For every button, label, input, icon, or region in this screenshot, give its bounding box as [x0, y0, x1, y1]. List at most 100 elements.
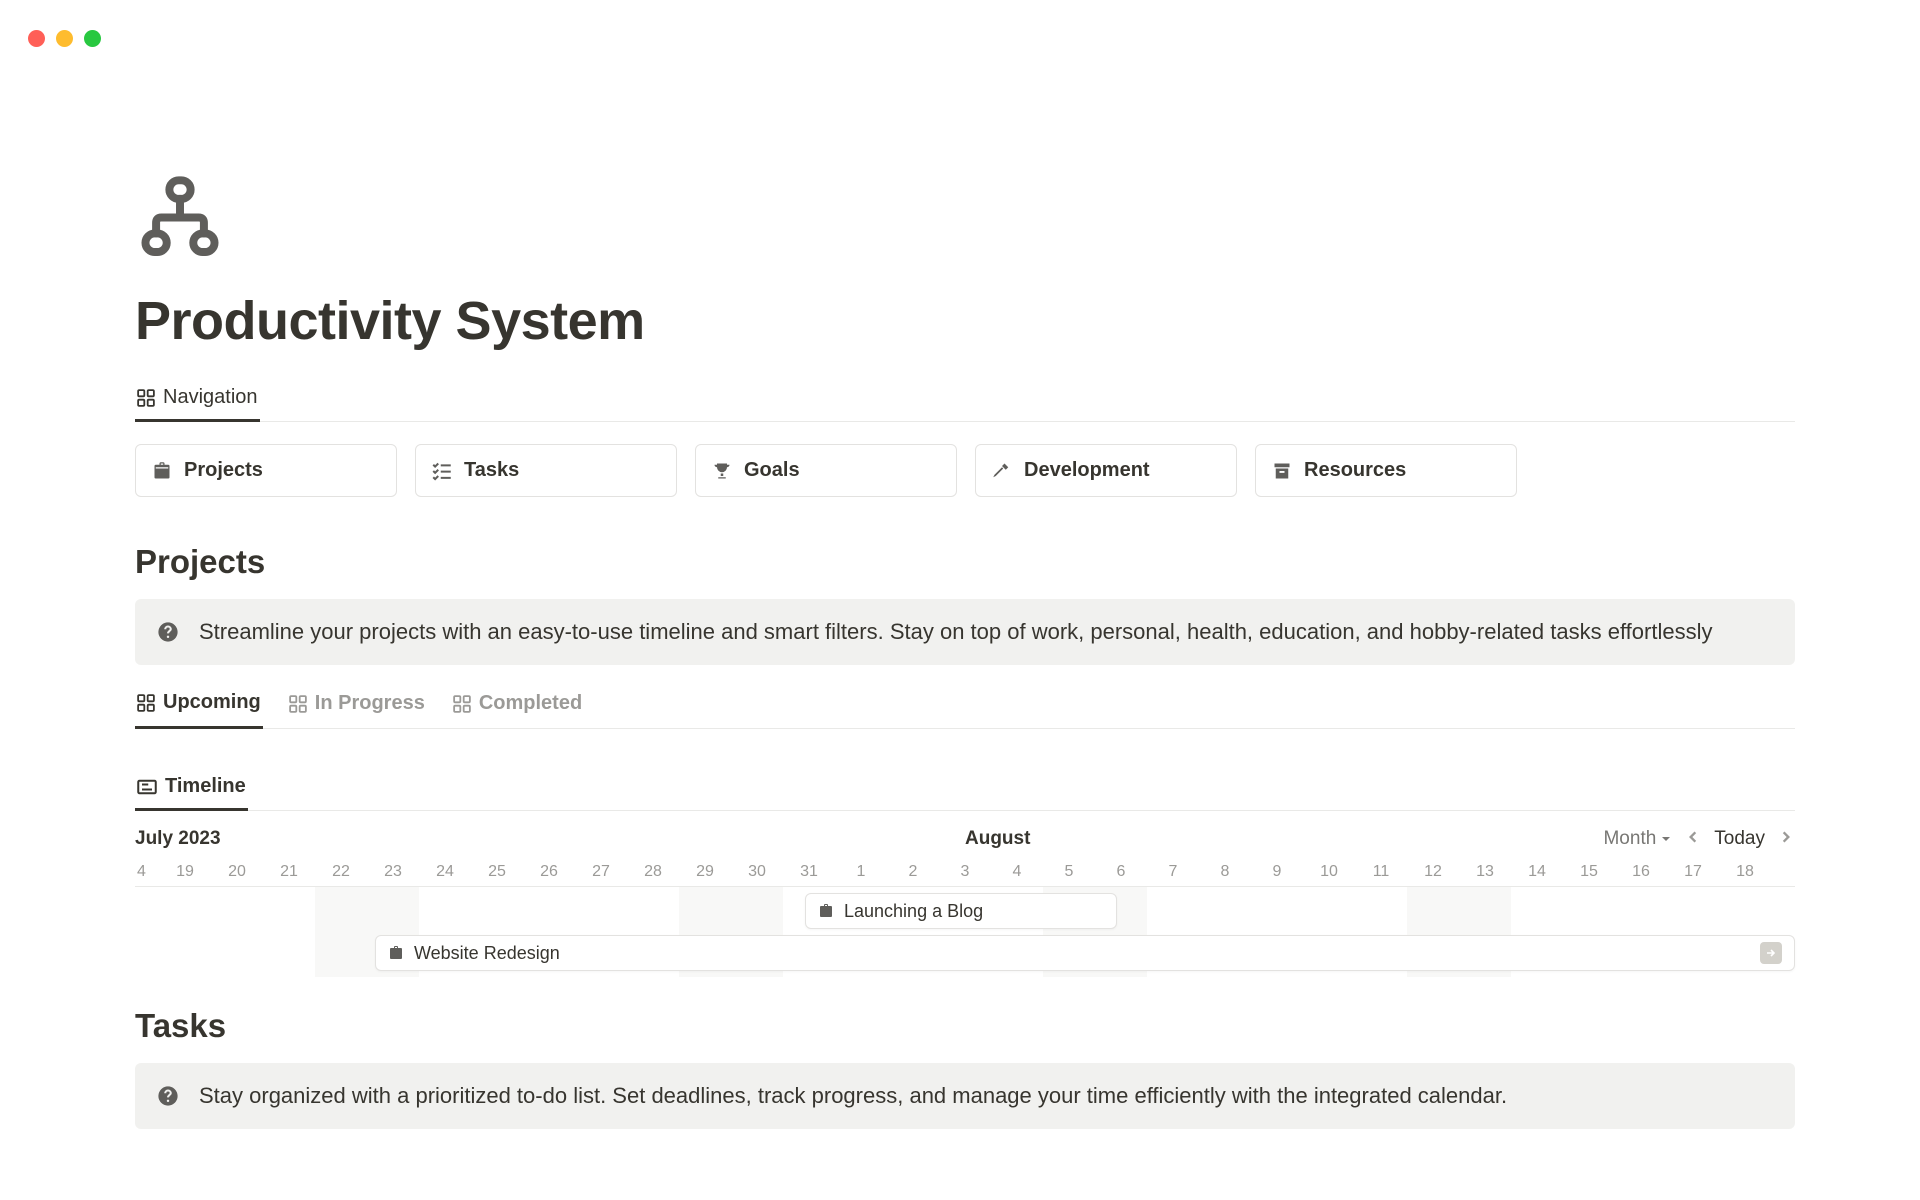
card-goals[interactable]: Goals [695, 444, 957, 497]
timeline-day: 31 [783, 863, 835, 881]
timeline-month-1: July 2023 [135, 828, 221, 850]
timeline-day: 29 [679, 863, 731, 881]
tab-timeline[interactable]: Timeline [135, 775, 248, 811]
timeline-next-button[interactable] [1777, 826, 1795, 852]
page-content: Productivity System Navigation Projects … [135, 175, 1795, 1155]
projects-heading: Projects [135, 543, 1795, 581]
minimize-window-button[interactable] [56, 30, 73, 47]
chevron-down-icon [1660, 833, 1672, 845]
tasks-callout-text: Stay organized with a prioritized to-do … [199, 1083, 1507, 1109]
chevron-right-icon [1779, 830, 1793, 844]
grid-icon [137, 389, 155, 407]
card-resources-label: Resources [1304, 459, 1406, 482]
timeline-day: 8 [1199, 863, 1251, 881]
timeline-day: 9 [1251, 863, 1303, 881]
timeline-day: 11 [1355, 863, 1407, 881]
timeline-body[interactable]: Launching a Blog Website Redesign [135, 887, 1795, 977]
tab-navigation[interactable]: Navigation [135, 386, 260, 422]
timeline-day: 10 [1303, 863, 1355, 881]
timeline-bar-label: Website Redesign [414, 943, 560, 964]
timeline-day: 20 [211, 863, 263, 881]
checklist-icon [432, 461, 452, 481]
help-icon [157, 621, 179, 643]
view-tab-completed-label: Completed [479, 692, 582, 715]
tasks-heading: Tasks [135, 1007, 1795, 1045]
timeline-day: 7 [1147, 863, 1199, 881]
timeline-tabs: Timeline [135, 775, 1795, 811]
page-title: Productivity System [135, 290, 1795, 352]
timeline-month-2: August [965, 828, 1030, 850]
tasks-callout: Stay organized with a prioritized to-do … [135, 1063, 1795, 1129]
navigation-tabs: Navigation [135, 386, 1795, 422]
tab-navigation-label: Navigation [163, 386, 258, 409]
briefcase-icon [388, 945, 404, 961]
timeline-day: 18 [1719, 863, 1771, 881]
timeline-day: 25 [471, 863, 523, 881]
timeline-day: 4 [135, 863, 159, 881]
projects-callout: Streamline your projects with an easy-to… [135, 599, 1795, 665]
card-development-label: Development [1024, 459, 1150, 482]
timeline-day: 2 [887, 863, 939, 881]
timeline-day: 24 [419, 863, 471, 881]
maximize-window-button[interactable] [84, 30, 101, 47]
projects-view-tabs: Upcoming In Progress Completed [135, 691, 1795, 729]
timeline-day: 23 [367, 863, 419, 881]
timeline-bar-label: Launching a Blog [844, 901, 983, 922]
arrow-right-icon [1765, 947, 1777, 959]
timeline-day: 19 [159, 863, 211, 881]
timeline-days-row: 4192021222324252627282930311234567891011… [135, 857, 1795, 887]
grid-icon [289, 695, 307, 713]
tab-timeline-label: Timeline [165, 775, 246, 798]
timeline-prev-button[interactable] [1684, 826, 1702, 852]
timeline-day: 6 [1095, 863, 1147, 881]
timeline-day: 22 [315, 863, 367, 881]
timeline-scale-label: Month [1603, 828, 1656, 850]
card-resources[interactable]: Resources [1255, 444, 1517, 497]
timeline-day: 30 [731, 863, 783, 881]
view-tab-completed[interactable]: Completed [451, 691, 584, 728]
timeline-day: 26 [523, 863, 575, 881]
briefcase-icon [152, 461, 172, 481]
archive-icon [1272, 461, 1292, 481]
nav-cards: Projects Tasks Goals Development Resourc… [135, 444, 1795, 497]
timeline-day: 28 [627, 863, 679, 881]
timeline-header: July 2023 August Month Today [135, 821, 1795, 857]
card-projects-label: Projects [184, 459, 263, 482]
grid-icon [137, 694, 155, 712]
card-tasks[interactable]: Tasks [415, 444, 677, 497]
timeline-day: 5 [1043, 863, 1095, 881]
timeline-day: 3 [939, 863, 991, 881]
trophy-icon [712, 461, 732, 481]
timeline-day: 27 [575, 863, 627, 881]
timeline-day: 21 [263, 863, 315, 881]
timeline-day: 4 [991, 863, 1043, 881]
timeline-day: 15 [1563, 863, 1615, 881]
briefcase-icon [818, 903, 834, 919]
timeline-scale-select[interactable]: Month [1603, 828, 1672, 850]
view-tab-upcoming-label: Upcoming [163, 691, 261, 714]
card-projects[interactable]: Projects [135, 444, 397, 497]
sitemap-icon [135, 175, 225, 260]
timeline-day: 12 [1407, 863, 1459, 881]
timeline-icon [137, 777, 157, 797]
timeline-controls: Month Today [1603, 826, 1795, 852]
timeline: July 2023 August Month Today 41920212223… [135, 821, 1795, 977]
view-tab-upcoming[interactable]: Upcoming [135, 691, 263, 729]
grid-icon [453, 695, 471, 713]
help-icon [157, 1085, 179, 1107]
card-development[interactable]: Development [975, 444, 1237, 497]
view-tab-in-progress-label: In Progress [315, 692, 425, 715]
chevron-left-icon [1686, 830, 1700, 844]
close-window-button[interactable] [28, 30, 45, 47]
timeline-today-button[interactable]: Today [1714, 828, 1765, 850]
timeline-bar-website-redesign[interactable]: Website Redesign [375, 935, 1795, 971]
page-icon [135, 175, 1795, 265]
timeline-bar-launching-blog[interactable]: Launching a Blog [805, 893, 1117, 929]
timeline-day: 1 [835, 863, 887, 881]
timeline-day: 14 [1511, 863, 1563, 881]
continues-right-indicator [1760, 942, 1782, 964]
timeline-day: 16 [1615, 863, 1667, 881]
projects-callout-text: Streamline your projects with an easy-to… [199, 619, 1712, 645]
view-tab-in-progress[interactable]: In Progress [287, 691, 427, 728]
card-goals-label: Goals [744, 459, 800, 482]
